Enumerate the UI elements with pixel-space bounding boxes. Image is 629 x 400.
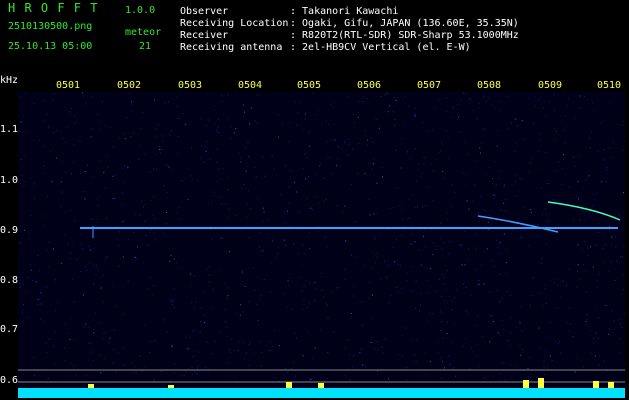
app-version: 1.0.0 bbox=[125, 5, 156, 16]
app-title: H R O F F T bbox=[8, 1, 99, 15]
spectrogram-area bbox=[18, 92, 625, 398]
freq-tick-1-1: 1.1 bbox=[0, 124, 19, 135]
timestamp: 25.10.13 05:00 bbox=[8, 41, 93, 52]
meteor-trail-1 bbox=[477, 215, 559, 233]
frequency-unit-label: kHz bbox=[0, 75, 19, 86]
freq-tick-0-9: 0.9 bbox=[0, 225, 19, 236]
location-value: : Ogaki, Gifu, JAPAN (136.60E, 35.35N) bbox=[290, 18, 519, 29]
time-tick-0502: 0502 bbox=[117, 80, 142, 91]
meteor-count: 21 bbox=[139, 41, 152, 52]
freq-tick-1-0: 1.0 bbox=[0, 175, 19, 186]
time-tick-0504: 0504 bbox=[238, 80, 263, 91]
filename: 2510130500.png bbox=[8, 21, 93, 32]
freq-tick-0-6: 0.6 bbox=[0, 375, 19, 386]
receiver-label: Receiver bbox=[180, 30, 229, 41]
signal-bursts bbox=[88, 378, 614, 388]
spectrogram-canvas bbox=[18, 92, 625, 398]
location-label: Receiving Location bbox=[180, 18, 289, 29]
time-tick-0509: 0509 bbox=[538, 80, 563, 91]
time-tick-0507: 0507 bbox=[417, 80, 442, 91]
time-tick-0501: 0501 bbox=[56, 80, 81, 91]
meteor-label: meteor bbox=[125, 27, 162, 38]
antenna-value: : 2el-HB9CV Vertical (el. E-W) bbox=[290, 42, 471, 53]
meteor-trail-2 bbox=[547, 201, 621, 221]
time-tick-0506: 0506 bbox=[357, 80, 382, 91]
noise-floor-band bbox=[18, 388, 625, 398]
time-tick-0503: 0503 bbox=[178, 80, 203, 91]
receiver-value: : R820T2(RTL-SDR) SDR-Sharp 53.1000MHz bbox=[290, 30, 519, 41]
observer-value: : Takanori Kawachi bbox=[290, 6, 399, 17]
antenna-label: Receiving antenna bbox=[180, 42, 283, 53]
freq-tick-0-8: 0.8 bbox=[0, 275, 19, 286]
freq-tick-0-7: 0.7 bbox=[0, 324, 19, 335]
header-panel: H R O F F T 1.0.0 2510130500.png meteor … bbox=[0, 0, 629, 74]
time-tick-0508: 0508 bbox=[477, 80, 502, 91]
time-tick-0510: 0510 bbox=[597, 80, 622, 91]
observer-label: Observer bbox=[180, 6, 229, 17]
noise-field bbox=[18, 92, 625, 383]
time-tick-0505: 0505 bbox=[297, 80, 322, 91]
